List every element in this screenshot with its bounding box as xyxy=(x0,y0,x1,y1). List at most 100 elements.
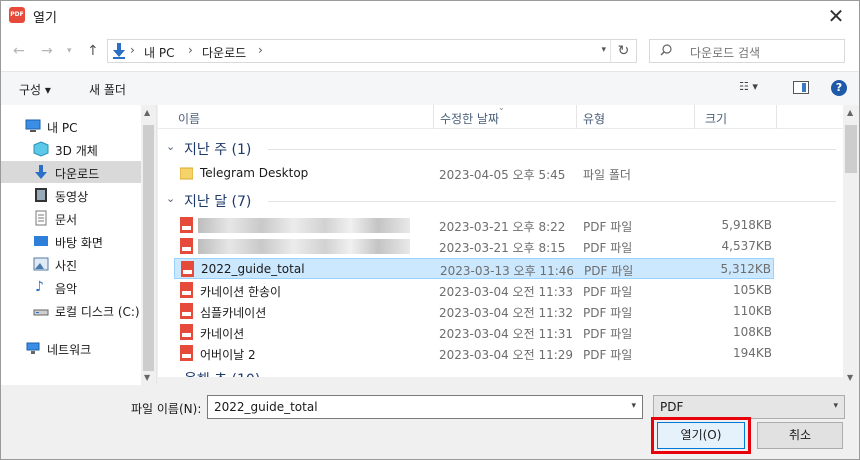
sidebar-item-my-pc[interactable]: 내 PC xyxy=(1,115,141,137)
search-box[interactable]: 다운로드 검색 xyxy=(649,39,845,63)
sidebar-item-pictures[interactable]: 사진 xyxy=(1,253,141,275)
cube-icon xyxy=(33,141,49,157)
column-divider[interactable] xyxy=(694,105,695,129)
search-icon xyxy=(660,44,672,56)
chevron-down-icon: ⌄ xyxy=(166,192,176,205)
pdf-icon xyxy=(180,238,193,254)
cancel-button[interactable]: 취소 xyxy=(757,422,843,449)
open-file-dialog: PDF 열기 ✕ ← → ▾ ↑ › 내 PC › 다운로드 › ▾ ↻ 다운로… xyxy=(0,0,860,460)
download-icon xyxy=(35,165,47,179)
blurred-filename xyxy=(198,218,410,233)
drive-icon xyxy=(33,309,49,316)
file-row-selected[interactable]: 2022_guide_total 2023-03-13 오후 11:46 PDF… xyxy=(174,258,774,279)
filename-label: 파일 이름(N): xyxy=(131,402,202,416)
chevron-down-icon: ⌄ xyxy=(166,140,176,153)
file-row[interactable]: 2023-03-21 오후 8:22 PDF 파일 5,918KB xyxy=(174,215,774,236)
column-header-row: 이름 ⌄ 수정한 날짜 유형 크기 xyxy=(158,103,843,129)
filename-input[interactable]: 2022_guide_total ▾ xyxy=(207,395,643,419)
group-divider xyxy=(268,201,836,202)
folder-icon xyxy=(180,167,193,180)
new-folder-button[interactable]: 새 폴더 xyxy=(89,81,126,98)
refresh-icon[interactable]: ↻ xyxy=(610,40,636,62)
sidebar-item-documents[interactable]: 문서 xyxy=(1,207,141,229)
forward-arrow-icon[interactable]: → xyxy=(41,41,53,61)
group-divider xyxy=(268,149,836,150)
pdf-icon xyxy=(180,282,193,298)
pdf-icon xyxy=(180,324,193,340)
sidebar-scroll-thumb[interactable] xyxy=(143,125,154,371)
file-row[interactable]: 2023-03-21 오후 8:15 PDF 파일 4,537KB xyxy=(174,236,774,257)
view-options-icon[interactable]: ☷ ▾ xyxy=(739,80,775,96)
group-header-last-week[interactable]: ⌄ 지난 주 (1) xyxy=(158,137,843,161)
address-bar[interactable]: › 내 PC › 다운로드 › ▾ ↻ xyxy=(107,39,637,63)
breadcrumb-downloads[interactable]: 다운로드 xyxy=(202,44,246,61)
navigation-pane: 내 PC 3D 개체 다운로드 동영상 문서 바탕 화면 사진 ♪ 음악 로컬 … xyxy=(1,105,157,385)
sidebar-item-network[interactable]: 네트워크 xyxy=(1,337,141,359)
video-icon xyxy=(35,188,47,202)
pdf-icon xyxy=(180,217,193,233)
column-divider[interactable] xyxy=(433,105,434,129)
breadcrumb-separator: › xyxy=(258,43,263,57)
file-list-scrollbar[interactable]: ▲ ▼ xyxy=(843,105,859,385)
navigation-bar: ← → ▾ ↑ › 내 PC › 다운로드 › ▾ ↻ 다운로드 검색 xyxy=(1,31,859,71)
back-arrow-icon[interactable]: ← xyxy=(13,41,25,61)
file-row[interactable]: 카네이션 한송이 2023-03-04 오전 11:33 PDF 파일 105K… xyxy=(174,280,774,301)
pdf-icon xyxy=(180,345,193,361)
column-divider[interactable] xyxy=(776,105,777,129)
desktop-icon xyxy=(34,236,48,246)
pc-icon xyxy=(25,119,41,132)
scroll-down-icon[interactable]: ▼ xyxy=(847,373,853,382)
column-header-size[interactable]: 크기 xyxy=(705,110,727,127)
command-toolbar: 구성 ▾ 새 폴더 ☷ ▾ ? xyxy=(1,71,859,105)
breadcrumb-my-pc[interactable]: 내 PC xyxy=(144,44,174,61)
sidebar-scrollbar[interactable]: ▲ ▼ xyxy=(141,105,156,385)
up-arrow-icon[interactable]: ↑ xyxy=(87,41,99,61)
network-icon xyxy=(26,342,40,354)
sidebar-item-desktop[interactable]: 바탕 화면 xyxy=(1,230,141,252)
file-row[interactable]: Telegram Desktop 2023-04-05 오후 5:45 파일 폴… xyxy=(174,163,774,184)
file-row[interactable]: 어버이날 2 2023-03-04 오전 11:29 PDF 파일 194KB xyxy=(174,343,774,364)
horizontal-scrollbar[interactable] xyxy=(158,377,843,385)
file-row[interactable]: 카네이션 2023-03-04 오전 11:31 PDF 파일 108KB xyxy=(174,322,774,343)
blurred-filename xyxy=(198,239,410,254)
sidebar-item-videos[interactable]: 동영상 xyxy=(1,184,141,206)
column-divider[interactable] xyxy=(576,105,577,129)
file-row[interactable]: 심플카네이션 2023-03-04 오전 11:32 PDF 파일 110KB xyxy=(174,301,774,322)
sidebar-item-local-disk[interactable]: 로컬 디스크 (C:) xyxy=(1,299,141,321)
sidebar-item-music[interactable]: ♪ 음악 xyxy=(1,276,141,298)
window-title: 열기 xyxy=(33,11,57,26)
file-list: 이름 ⌄ 수정한 날짜 유형 크기 ⌄ 지난 주 (1) Telegram De… xyxy=(158,103,859,385)
download-icon xyxy=(113,43,125,59)
scroll-up-icon[interactable]: ▲ xyxy=(144,108,150,117)
preview-pane-icon[interactable] xyxy=(793,81,809,94)
close-icon[interactable]: ✕ xyxy=(823,3,849,29)
pdf-icon xyxy=(181,261,194,277)
title-bar: PDF 열기 ✕ xyxy=(1,1,859,31)
column-header-date[interactable]: 수정한 날짜 xyxy=(440,110,499,127)
address-history-dropdown-icon[interactable]: ▾ xyxy=(601,45,606,55)
sidebar-item-downloads[interactable]: 다운로드 xyxy=(1,161,141,183)
document-icon xyxy=(35,210,47,226)
breadcrumb-separator: › xyxy=(130,43,135,57)
scroll-up-icon[interactable]: ▲ xyxy=(847,108,853,117)
open-button[interactable]: 열기(O) xyxy=(657,422,745,449)
music-icon: ♪ xyxy=(35,279,44,295)
sidebar-item-3d-objects[interactable]: 3D 개체 xyxy=(1,138,141,160)
filename-value: 2022_guide_total xyxy=(214,400,318,414)
scroll-down-icon[interactable]: ▼ xyxy=(144,373,150,382)
filetype-select[interactable]: PDF ▾ xyxy=(653,395,845,419)
group-header-last-month[interactable]: ⌄ 지난 달 (7) xyxy=(158,189,843,213)
help-icon[interactable]: ? xyxy=(831,80,847,96)
search-placeholder: 다운로드 검색 xyxy=(690,46,761,60)
column-header-name[interactable]: 이름 xyxy=(178,110,200,127)
breadcrumb-separator: › xyxy=(188,43,193,57)
picture-icon xyxy=(33,257,49,271)
filetype-value: PDF xyxy=(660,400,684,414)
dialog-footer: 파일 이름(N): 2022_guide_total ▾ PDF ▾ 열기(O)… xyxy=(1,385,859,459)
column-header-type[interactable]: 유형 xyxy=(583,110,605,127)
file-list-scroll-thumb[interactable] xyxy=(845,125,857,173)
pdf-app-icon: PDF xyxy=(9,7,25,23)
chevron-down-icon[interactable]: ▾ xyxy=(631,401,636,411)
organize-menu[interactable]: 구성 ▾ xyxy=(19,81,51,98)
recent-chevron-icon[interactable]: ▾ xyxy=(67,41,72,61)
